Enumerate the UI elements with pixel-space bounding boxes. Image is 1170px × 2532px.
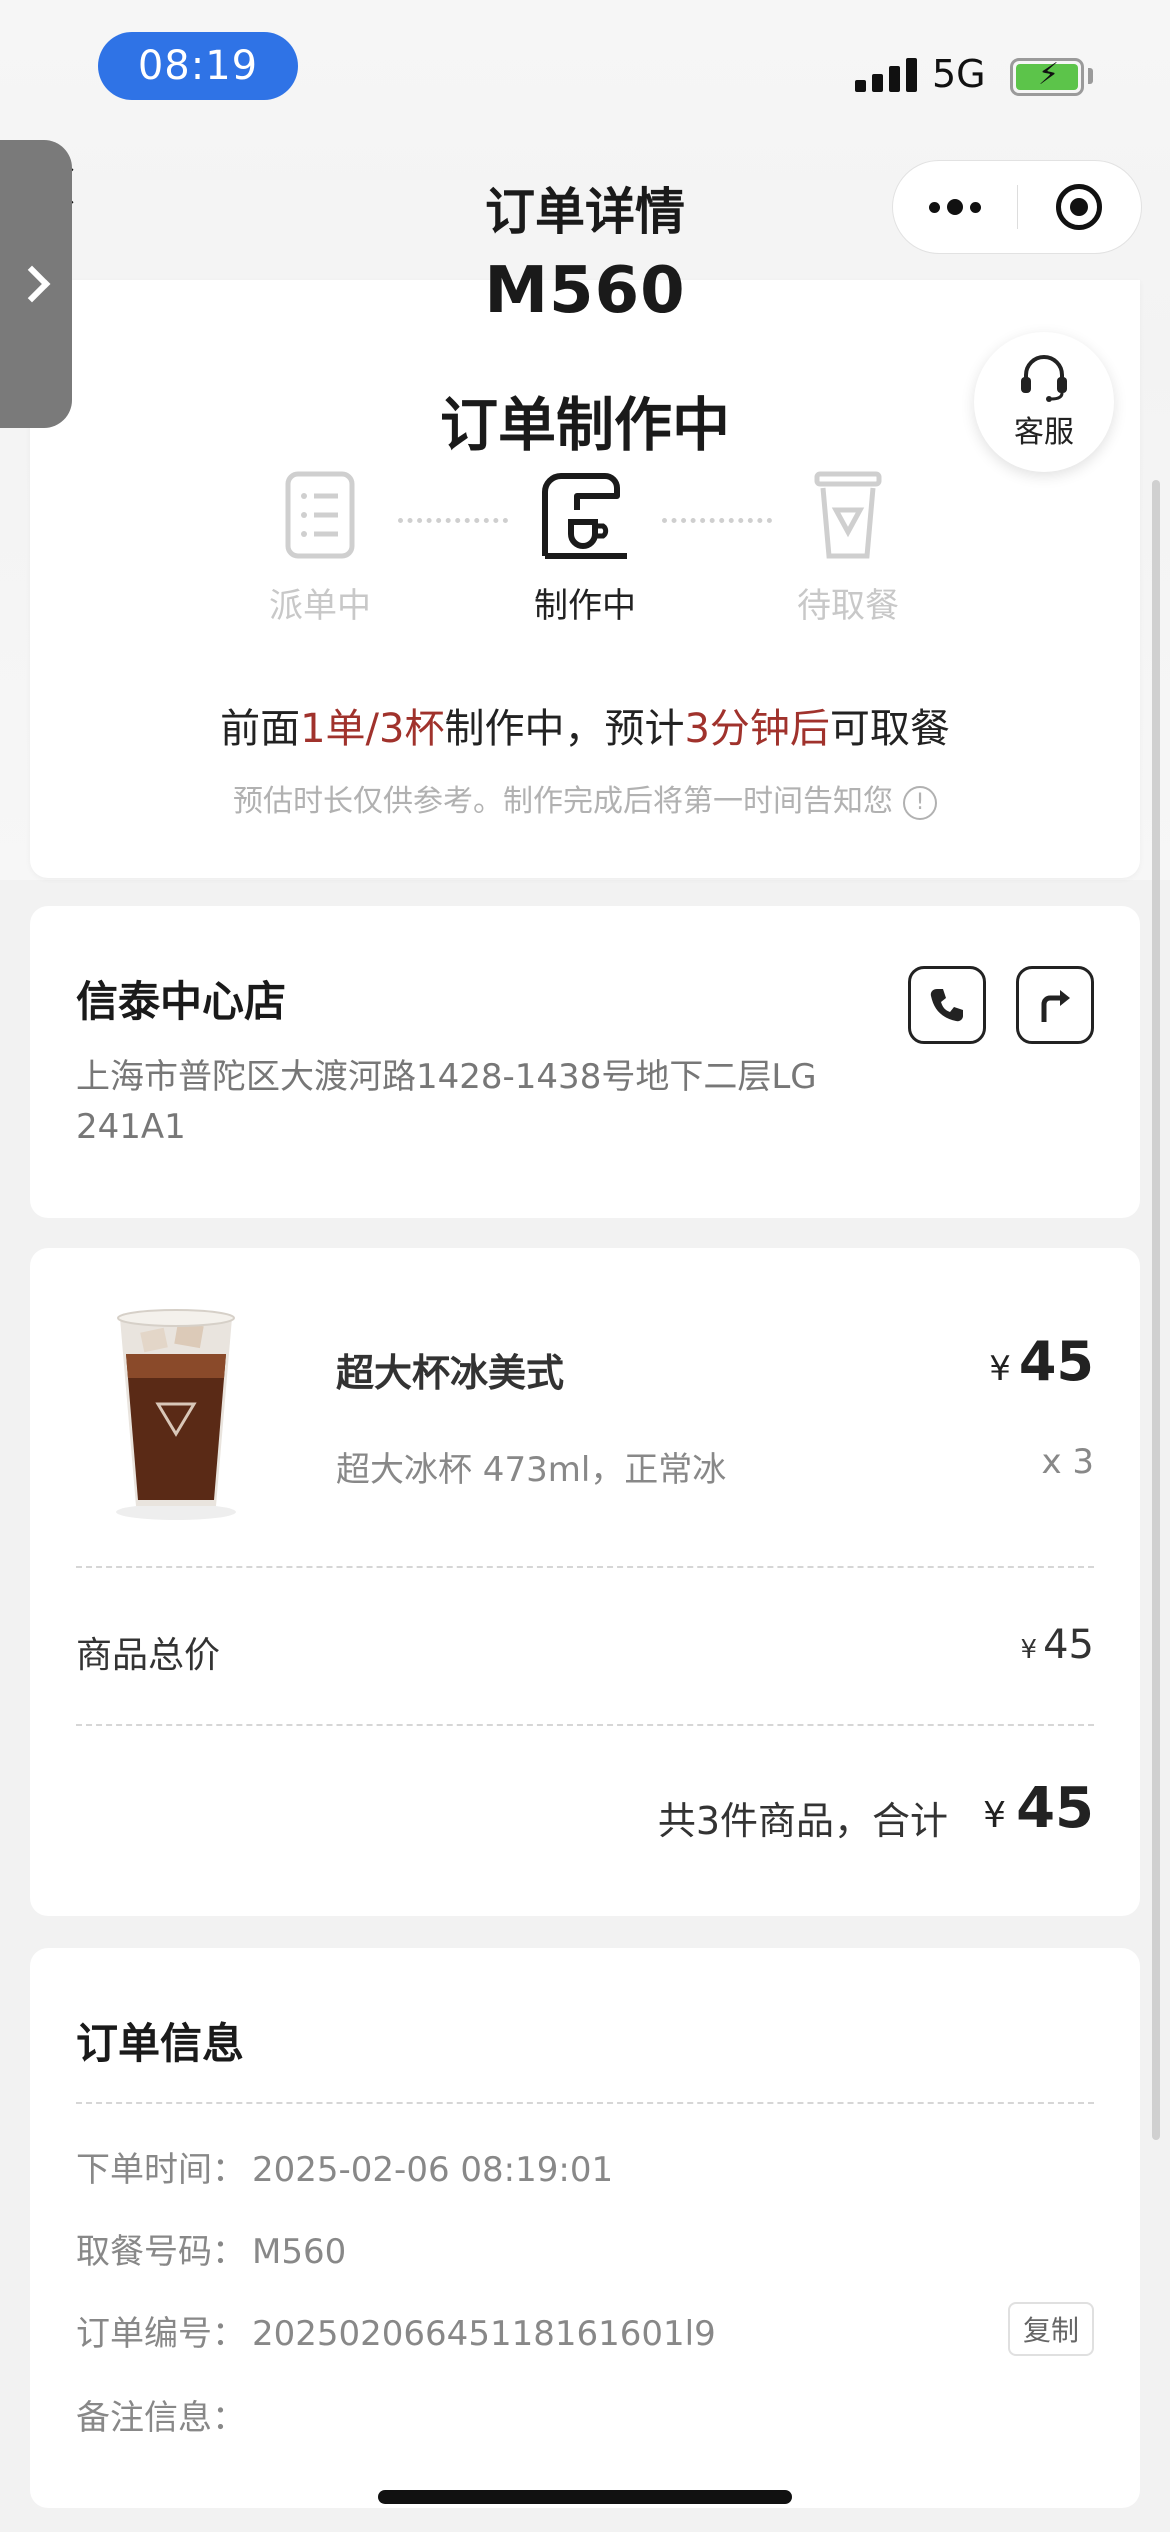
store-address: 上海市普陀区大渡河路1428-1438号地下二层LG 241A1: [76, 1057, 817, 1147]
call-store-button[interactable]: [908, 966, 986, 1044]
currency-symbol: ¥: [983, 1795, 1007, 1836]
eta-middle: 制作中，预计: [444, 706, 685, 752]
store-name: 信泰中心店: [76, 977, 287, 1026]
pickup-code-row: 取餐号码： M560: [76, 2224, 346, 2273]
subtotal-value: ¥45: [1021, 1622, 1094, 1668]
divider: [76, 2102, 1094, 2104]
cup-icon: [814, 471, 882, 559]
currency-symbol: ¥: [989, 1349, 1011, 1389]
scrollbar[interactable]: [1152, 480, 1160, 2140]
remark-label: 备注信息：: [76, 2398, 246, 2438]
order-id-label: 订单编号：: [76, 2314, 246, 2354]
phone-icon: [930, 989, 963, 1022]
currency-symbol: ¥: [1020, 1635, 1038, 1665]
signal-icon: [855, 58, 917, 92]
customer-service-button[interactable]: 客服: [974, 332, 1114, 472]
product-name: 超大杯冰美式: [336, 1351, 565, 1395]
order-info-title: 订单信息: [76, 2019, 245, 2068]
product-spec: 超大冰杯 473ml，正常冰: [336, 1450, 727, 1490]
eta-suffix: 可取餐: [829, 706, 950, 752]
divider: [76, 1724, 1094, 1726]
coffee-machine-icon: [542, 473, 627, 559]
pickup-code-value: M560: [252, 2232, 347, 2272]
step-label: 派单中: [269, 586, 371, 626]
network-type: 5G: [932, 52, 986, 96]
pickup-number: M560: [484, 254, 686, 328]
eta-time: 3分钟后: [684, 706, 830, 752]
eta-text: 前面1单/3杯制作中，预计3分钟后可取餐: [0, 696, 1170, 754]
remark-row: 备注信息：: [76, 2390, 252, 2439]
customer-service-label: 客服: [1014, 415, 1074, 450]
step-dispatching: 派单中: [220, 470, 420, 627]
order-time-row: 下单时间： 2025-02-06 08:19:01: [76, 2142, 613, 2191]
subtotal-amount: 45: [1043, 1622, 1094, 1668]
product-price-value: 45: [1018, 1330, 1094, 1393]
eta-note-text: 预估时长仅供参考。制作完成后将第一时间告知您: [233, 784, 893, 819]
directions-icon: [1041, 990, 1070, 1022]
step-label: 待取餐: [797, 586, 899, 626]
navigate-button[interactable]: [1016, 966, 1094, 1044]
side-drawer-tab[interactable]: [0, 140, 72, 428]
battery-icon: ⚡: [1010, 58, 1084, 96]
order-id-row: 订单编号： 20250206645118161601l9: [76, 2306, 716, 2355]
battery-tip: [1088, 68, 1093, 84]
order-time-label: 下单时间：: [76, 2150, 246, 2190]
pickup-code-label: 取餐号码：: [76, 2232, 246, 2272]
step-ready-for-pickup: 待取餐: [748, 470, 948, 627]
eta-note: 预估时长仅供参考。制作完成后将第一时间告知您!: [0, 776, 1170, 820]
product-quantity: x 3: [1041, 1442, 1094, 1482]
divider: [76, 1566, 1094, 1568]
mini-program-capsule: [892, 160, 1142, 254]
order-id-value: 20250206645118161601l9: [252, 2314, 716, 2354]
product-price: ¥45: [989, 1330, 1094, 1393]
subtotal-label: 商品总价: [76, 1635, 221, 1676]
total-amount: 45: [1016, 1776, 1094, 1841]
total-value: ¥45: [983, 1776, 1094, 1841]
order-time-value: 2025-02-06 08:19:01: [252, 2150, 614, 2190]
headset-icon: [1021, 355, 1067, 402]
step-making: 制作中: [485, 470, 685, 627]
copy-order-id-button[interactable]: 复制: [1008, 2302, 1094, 2356]
product-image: [116, 1309, 236, 1520]
info-icon[interactable]: !: [903, 785, 937, 820]
status-time: 08:19: [98, 32, 298, 100]
close-mini-program-icon[interactable]: [1018, 184, 1142, 230]
document-list-icon: [285, 471, 355, 559]
total-label: 共3件商品，合计: [657, 1799, 948, 1843]
eta-prefix: 前面: [220, 706, 301, 752]
step-label: 制作中: [534, 586, 636, 626]
more-icon[interactable]: [893, 199, 1017, 215]
eta-queue: 1单/3杯: [300, 706, 445, 752]
chevron-right-icon: [13, 265, 51, 303]
home-indicator[interactable]: [378, 2490, 792, 2504]
